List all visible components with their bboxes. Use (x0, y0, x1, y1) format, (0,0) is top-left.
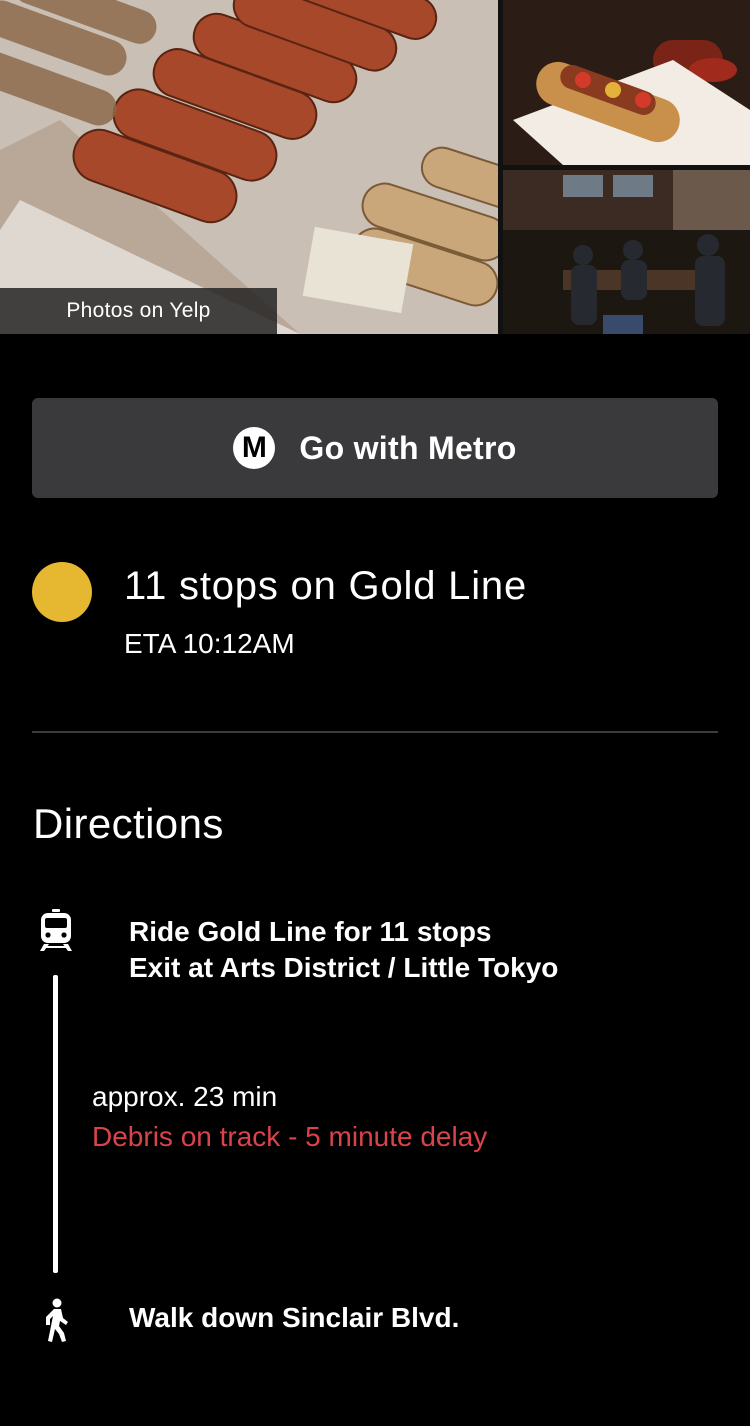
photo-hotdog[interactable] (503, 0, 750, 165)
photo-dining-room[interactable] (503, 170, 750, 334)
route-summary-title: 11 stops on Gold Line (124, 564, 527, 608)
photo-gallery[interactable]: Photos on Yelp (0, 0, 750, 334)
metro-logo-letter: M (241, 431, 267, 464)
photos-on-yelp-label[interactable]: Photos on Yelp (0, 288, 277, 334)
direction-step-ride-line2: Exit at Arts District / Little Tokyo (129, 952, 559, 983)
gold-line-indicator-icon (32, 562, 92, 622)
photo-sausages[interactable] (0, 0, 498, 334)
direction-step-walk: Walk down Sinclair Blvd. (129, 1302, 460, 1333)
step-duration: approx. 23 min (92, 1081, 278, 1112)
go-with-metro-button[interactable]: M Go with Metro (32, 398, 718, 498)
direction-step-ride: Ride Gold Line for 11 stops Exit at Arts… (129, 914, 558, 986)
section-divider (32, 731, 718, 733)
metro-logo-icon: M (233, 427, 276, 469)
direction-step-ride-line1: Ride Gold Line for 11 stops (129, 916, 492, 947)
train-icon (40, 909, 72, 951)
route-progress-line (53, 975, 58, 1273)
delay-alert: Debris on track - 5 minute delay (92, 1121, 488, 1152)
walk-icon (46, 1298, 68, 1342)
go-with-metro-label: Go with Metro (299, 429, 517, 466)
directions-heading: Directions (33, 800, 224, 847)
route-eta: ETA 10:12AM (124, 628, 295, 659)
